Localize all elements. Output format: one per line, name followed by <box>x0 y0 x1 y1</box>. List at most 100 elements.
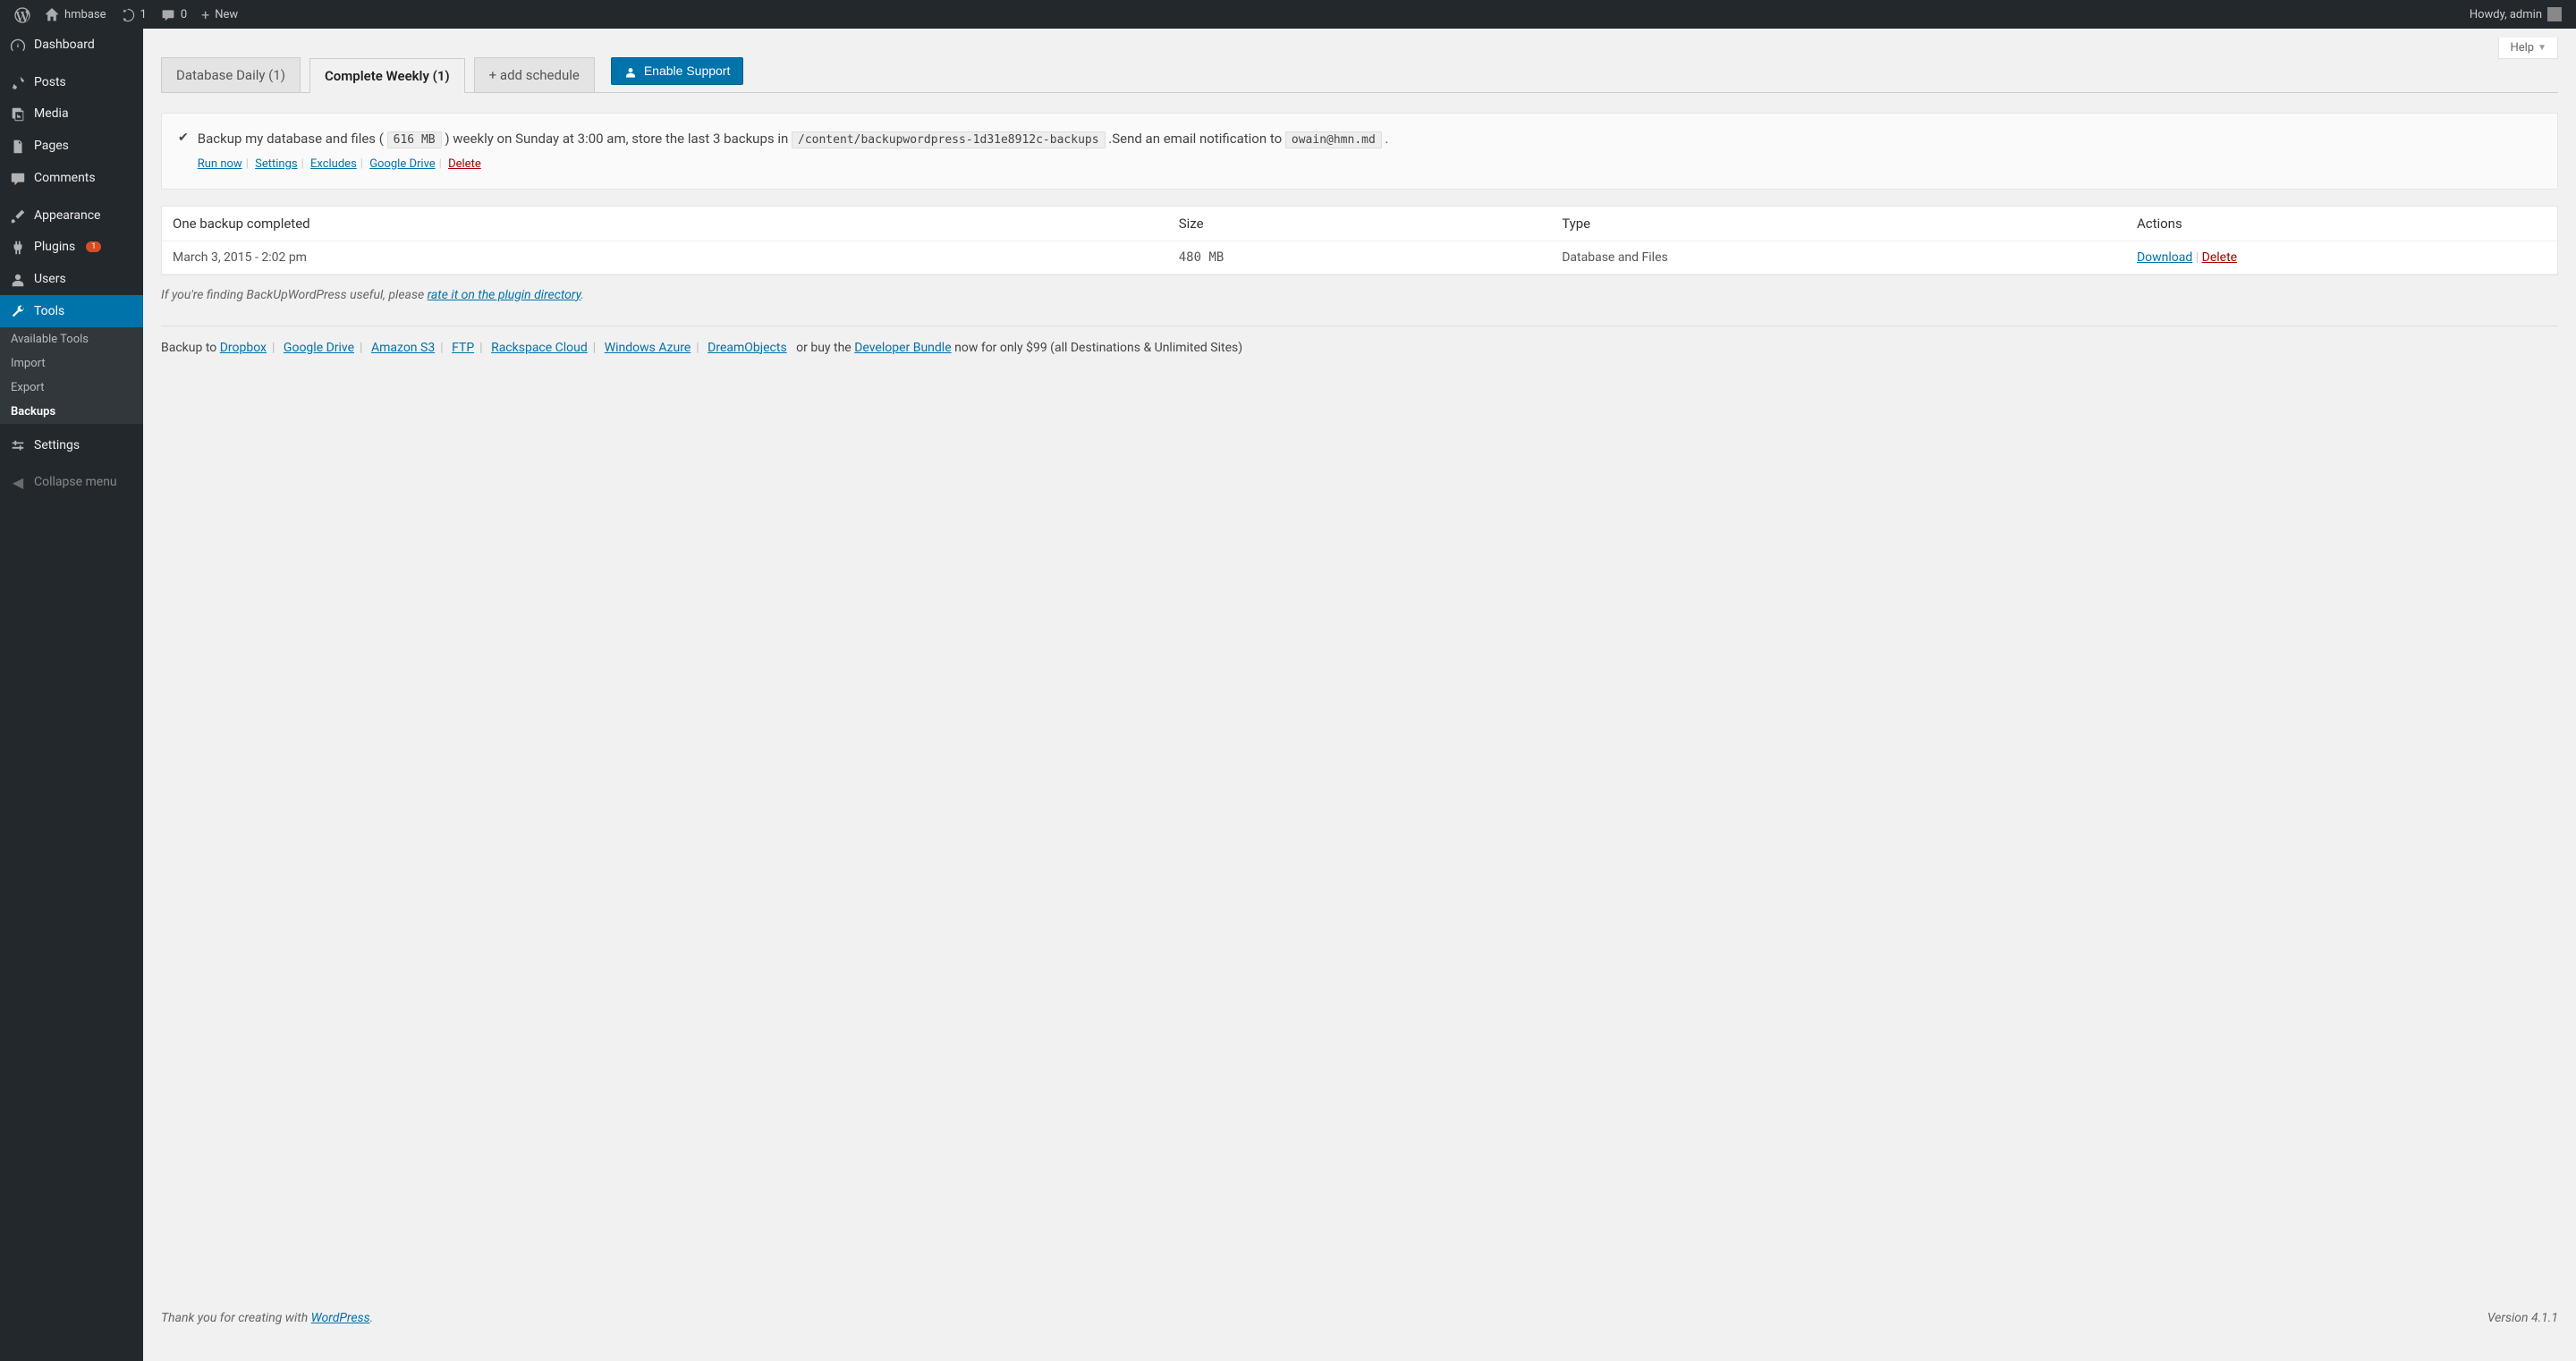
help-tab[interactable]: Help ▼ <box>2498 38 2558 59</box>
updates-count: 1 <box>140 8 147 21</box>
pin-icon <box>9 73 27 91</box>
submenu-export[interactable]: Export <box>0 376 143 400</box>
menu-label: Tools <box>34 304 64 318</box>
dest-dreamobjects[interactable]: DreamObjects <box>708 341 787 355</box>
schedule-tabs: Database Daily (1) Complete Weekly (1) +… <box>161 57 2558 93</box>
admin-sidebar: Dashboard Posts Media Pages Comments App… <box>0 29 143 1361</box>
enable-support-button[interactable]: Enable Support <box>611 57 744 84</box>
menu-label: Plugins <box>34 240 75 254</box>
dest-ftp[interactable]: FTP <box>452 341 474 355</box>
dest-rackspace[interactable]: Rackspace Cloud <box>491 341 588 355</box>
settings-link[interactable]: Settings <box>255 157 297 171</box>
chevron-down-icon: ▼ <box>2538 43 2546 53</box>
schedule-infobox: ✔ Backup my database and files ( 616 MB … <box>161 113 2558 190</box>
site-name-link[interactable]: hmbase <box>38 0 114 29</box>
infobox-text: Backup my database and files ( 616 MB ) … <box>198 131 1389 147</box>
dashboard-icon <box>9 36 27 54</box>
plus-icon: + <box>201 6 209 23</box>
download-link[interactable]: Download <box>2137 250 2192 265</box>
plugins-update-badge: 1 <box>86 241 101 252</box>
collapse-menu[interactable]: ◀ Collapse menu <box>0 467 143 498</box>
brush-icon <box>9 207 27 224</box>
menu-item-media[interactable]: Media <box>0 98 143 131</box>
notify-email-code: owain@hmn.md <box>1285 131 1382 148</box>
backup-size-code: 616 MB <box>387 131 442 148</box>
comments-link[interactable]: 0 <box>154 0 194 29</box>
dest-amazon-s3[interactable]: Amazon S3 <box>371 341 435 355</box>
check-icon: ✔ <box>178 128 189 174</box>
run-now-link[interactable]: Run now <box>198 157 242 171</box>
menu-label: Comments <box>34 171 96 185</box>
account-link[interactable]: Howdy, admin <box>2462 0 2569 29</box>
menu-label: Dashboard <box>34 38 95 52</box>
cell-type: Database and Files <box>1551 241 2126 274</box>
site-name: hmbase <box>64 8 106 21</box>
dest-dropbox[interactable]: Dropbox <box>220 341 267 355</box>
enable-support-label: Enable Support <box>644 63 731 78</box>
tab-complete-weekly[interactable]: Complete Weekly (1) <box>309 58 465 93</box>
avatar <box>2547 7 2562 21</box>
table-row: March 3, 2015 - 2:02 pm 480 MB Database … <box>162 241 2557 274</box>
version-text: Version 4.1.1 <box>2487 1311 2558 1325</box>
col-status: One backup completed <box>162 207 1168 241</box>
delete-schedule-link[interactable]: Delete <box>448 157 481 171</box>
menu-item-dashboard[interactable]: Dashboard <box>0 29 143 61</box>
developer-bundle-link[interactable]: Developer Bundle <box>854 341 951 355</box>
comment-icon <box>161 6 175 23</box>
delete-backup-link[interactable]: Delete <box>2202 250 2237 265</box>
dest-azure[interactable]: Windows Azure <box>605 341 691 355</box>
plug-icon <box>9 239 27 257</box>
wordpress-link[interactable]: WordPress <box>311 1311 370 1325</box>
destinations-row: Backup to Dropbox| Google Drive| Amazon … <box>161 341 2558 355</box>
page-icon <box>9 137 27 155</box>
menu-label: Posts <box>34 75 66 89</box>
updates-link[interactable]: 1 <box>114 0 154 29</box>
user-icon <box>624 63 637 78</box>
wp-logo[interactable] <box>7 0 38 29</box>
submenu-backups[interactable]: Backups <box>0 400 143 424</box>
comment-icon <box>9 169 27 187</box>
divider <box>161 325 2558 326</box>
cell-date: March 3, 2015 - 2:02 pm <box>162 241 1168 274</box>
col-type: Type <box>1551 207 2126 241</box>
menu-item-pages[interactable]: Pages <box>0 130 143 162</box>
dest-google-drive[interactable]: Google Drive <box>284 341 354 355</box>
menu-item-posts[interactable]: Posts <box>0 66 143 98</box>
col-actions: Actions <box>2126 207 2557 241</box>
cell-size: 480 MB <box>1168 241 1551 274</box>
backups-table: One backup completed Size Type Actions M… <box>161 206 2558 275</box>
home-icon <box>45 6 59 23</box>
menu-item-appearance[interactable]: Appearance <box>0 199 143 232</box>
excludes-link[interactable]: Excludes <box>310 157 357 171</box>
menu-item-comments[interactable]: Comments <box>0 162 143 194</box>
wrench-icon <box>9 302 27 320</box>
tab-database-daily[interactable]: Database Daily (1) <box>161 57 301 92</box>
user-icon <box>9 270 27 288</box>
wordpress-icon <box>14 5 30 23</box>
menu-label: Appearance <box>34 208 100 223</box>
new-content-link[interactable]: + New <box>194 0 245 29</box>
tools-submenu: Available Tools Import Export Backups <box>0 327 143 424</box>
help-label: Help <box>2510 41 2534 55</box>
menu-item-plugins[interactable]: Plugins 1 <box>0 232 143 264</box>
submenu-import[interactable]: Import <box>0 351 143 376</box>
rate-hint: If you're finding BackUpWordPress useful… <box>161 288 2558 302</box>
menu-label: Users <box>34 272 66 286</box>
google-drive-link[interactable]: Google Drive <box>369 157 435 171</box>
footer: Thank you for creating with WordPress. V… <box>161 1275 2558 1325</box>
tab-add-schedule[interactable]: + add schedule <box>474 57 595 92</box>
main-content: Help ▼ Database Daily (1) Complete Weekl… <box>143 29 2576 1361</box>
new-label: New <box>215 8 238 21</box>
menu-label: Settings <box>34 438 80 452</box>
sliders-icon <box>9 436 27 454</box>
menu-label: Pages <box>34 139 69 153</box>
submenu-available-tools[interactable]: Available Tools <box>0 327 143 351</box>
rate-plugin-link[interactable]: rate it on the plugin directory <box>428 288 581 302</box>
menu-label: Collapse menu <box>34 475 117 489</box>
backup-path-code: /content/backupwordpress-1d31e8912c-back… <box>792 131 1106 148</box>
menu-item-tools[interactable]: Tools <box>0 295 143 327</box>
menu-item-users[interactable]: Users <box>0 263 143 295</box>
menu-item-settings[interactable]: Settings <box>0 429 143 461</box>
collapse-icon: ◀ <box>9 474 27 491</box>
menu-label: Media <box>34 106 69 121</box>
